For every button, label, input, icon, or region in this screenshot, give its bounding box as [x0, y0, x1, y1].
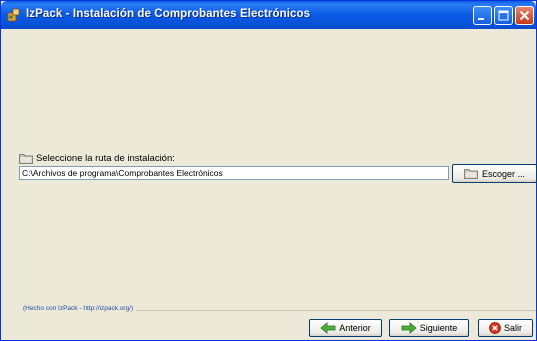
install-path-field[interactable]: C:\Archivos de programa\Comprobantes Ele… [19, 166, 449, 180]
maximize-button[interactable] [494, 6, 513, 25]
close-button[interactable] [515, 6, 534, 25]
minimize-button[interactable] [473, 6, 492, 25]
install-path-label: Seleccione la ruta de instalación: [36, 152, 175, 164]
browse-button[interactable]: Escoger ... [452, 164, 537, 183]
folder-icon [464, 169, 478, 179]
title-bar[interactable]: IzPack - Instalación de Comprobantes Ele… [1, 1, 536, 29]
quit-button[interactable]: Salir [478, 319, 533, 337]
previous-button[interactable]: Anterior [309, 319, 382, 337]
izpack-credit: (Hecho con IzPack - http://izpack.org/) [23, 305, 137, 312]
previous-button-label: Anterior [339, 323, 371, 333]
browse-button-label: Escoger ... [481, 168, 526, 179]
folder-icon [19, 153, 33, 164]
credit-row: (Hecho con IzPack - http://izpack.org/) [23, 305, 536, 315]
next-button[interactable]: Siguiente [389, 319, 469, 337]
close-icon [519, 10, 530, 21]
stop-icon [489, 322, 501, 334]
arrow-left-icon [320, 322, 336, 334]
window-title: IzPack - Instalación de Comprobantes Ele… [26, 8, 311, 20]
next-button-label: Siguiente [419, 323, 458, 333]
maximize-icon [498, 10, 509, 21]
izpack-app-icon [7, 8, 20, 22]
minimize-icon [478, 18, 484, 20]
arrow-right-icon [401, 322, 417, 334]
path-label-row: Seleccione la ruta de instalación: [19, 151, 175, 165]
installer-content: Seleccione la ruta de instalación: C:\Ar… [1, 29, 537, 340]
quit-button-label: Salir [503, 323, 522, 333]
installer-window: IzPack - Instalación de Comprobantes Ele… [0, 0, 537, 341]
